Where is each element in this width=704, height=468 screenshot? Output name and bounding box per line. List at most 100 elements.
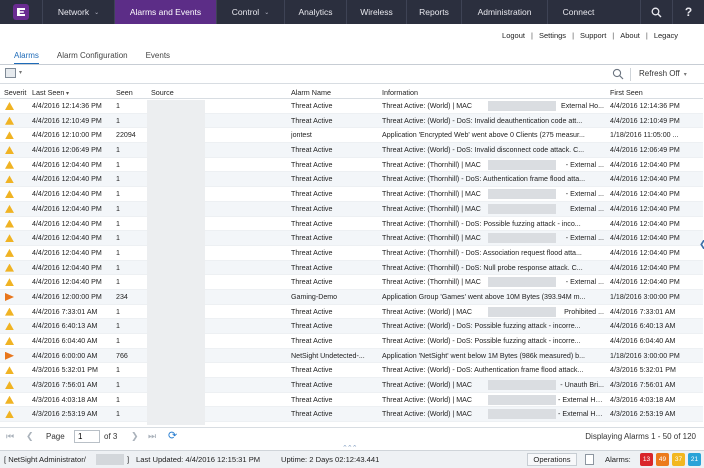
table-row[interactable]: 4/4/2016 12:04:40 PM 1 Threat Active Threat…	[0, 217, 703, 232]
operations-button[interactable]: Operations	[527, 453, 577, 466]
column-first-seen[interactable]: First Seen	[610, 88, 643, 97]
chevron-down-icon[interactable]: ▾	[19, 69, 22, 76]
redacted-source-column	[147, 100, 205, 425]
legacy-link[interactable]: Legacy	[654, 31, 678, 40]
severity-warning-icon	[5, 248, 14, 257]
table-row[interactable]: 4/4/2016 12:06:49 PM 1 Threat Active Threat…	[0, 143, 703, 158]
cell-alarm-name: NetSight Undetected-...	[291, 351, 365, 360]
support-link[interactable]: Support	[580, 31, 606, 40]
table-row[interactable]: 4/4/2016 12:04:40 PM 1 Threat Active Threat…	[0, 201, 703, 217]
table-row[interactable]: 4/4/2016 12:00:00 PM 234 Gaming-Demo Applic…	[0, 289, 703, 305]
chevron-down-icon: ⌄	[264, 9, 270, 16]
nav-reports[interactable]: Reports	[406, 0, 461, 24]
table-row[interactable]: 4/4/2016 6:00:00 AM 766 NetSight Undetecte…	[0, 348, 703, 364]
table-row[interactable]: 4/4/2016 12:04:40 PM 1 Threat Active Threat…	[0, 187, 703, 202]
nav-network[interactable]: Network ⌄	[42, 0, 114, 24]
cell-seen: 1	[116, 322, 120, 331]
sub-tabs: Alarms Alarm Configuration Events	[14, 51, 188, 65]
nav-alarms-and-events[interactable]: Alarms and Events	[114, 0, 216, 24]
tab-alarms[interactable]: Alarms	[14, 51, 39, 65]
table-row[interactable]: 4/3/2016 7:56:01 AM 1 Threat Active Threat …	[0, 378, 703, 393]
cell-seen: 1	[116, 410, 120, 419]
cell-last-seen: 4/4/2016 12:04:40 PM	[32, 263, 102, 272]
table-row[interactable]: 4/4/2016 6:40:13 AM 1 Threat Active Threat …	[0, 319, 703, 334]
cell-last-seen: 4/4/2016 12:04:40 PM	[32, 190, 102, 199]
cell-first-seen: 4/4/2016 12:10:49 PM	[610, 116, 680, 125]
search-icon	[651, 7, 662, 17]
search-icon[interactable]	[612, 68, 624, 80]
table-row[interactable]: 4/4/2016 12:04:40 PM 1 Threat Active Threat…	[0, 158, 703, 173]
table-row[interactable]: 4/4/2016 7:33:01 AM 1 Threat Active Threat …	[0, 305, 703, 320]
column-source[interactable]: Source	[151, 88, 174, 97]
cell-information: Threat Active: (World) | MAC	[382, 395, 473, 404]
page-number-input[interactable]	[74, 430, 100, 443]
chevron-down-icon: ⌄	[94, 9, 100, 16]
table-row[interactable]: 4/3/2016 2:53:19 AM 1 Threat Active Threat …	[0, 407, 703, 423]
first-page-icon[interactable]: ⏮	[6, 431, 14, 442]
settings-link[interactable]: Settings	[539, 31, 566, 40]
cell-seen: 1	[116, 307, 120, 316]
cell-last-seen: 4/3/2016 7:56:01 AM	[32, 381, 98, 390]
table-row[interactable]: 4/4/2016 12:04:40 PM 1 Threat Active Threat…	[0, 260, 703, 276]
cell-first-seen: 4/3/2016 7:56:01 AM	[610, 381, 676, 390]
nav-network-label: Network	[57, 7, 90, 17]
tab-alarm-configuration[interactable]: Alarm Configuration	[57, 51, 128, 65]
table-row[interactable]: 4/3/2016 5:32:01 PM 1 Threat Active Threat …	[0, 363, 703, 379]
pagination-bar: ⏮ ❮ Page of 3 ❯ ⏭ ⟳ Displaying Alarms 1 …	[0, 427, 704, 445]
table-row[interactable]: 4/4/2016 12:14:36 PM 1 Threat Active Threat…	[0, 99, 703, 114]
redacted-mac	[488, 409, 556, 420]
table-options-icon[interactable]	[5, 68, 16, 78]
redacted-mac	[488, 101, 556, 111]
status-bar: [ NetSight Administrator/ ] Last Updated…	[0, 450, 704, 468]
nav-wireless[interactable]: Wireless	[346, 0, 406, 24]
column-alarm-name[interactable]: Alarm Name	[291, 88, 331, 97]
cell-last-seen: 4/4/2016 12:06:49 PM	[32, 146, 102, 155]
collapse-panel-handle[interactable]: ❮	[699, 239, 704, 249]
brand-logo[interactable]	[0, 0, 42, 24]
help-button[interactable]: ?	[672, 0, 704, 24]
column-last-seen[interactable]: Last Seen	[32, 88, 69, 97]
critical-alarm-badge[interactable]: 13	[640, 453, 653, 466]
table-row[interactable]: 4/4/2016 12:04:40 PM 1 Threat Active Threat…	[0, 246, 703, 261]
table-row[interactable]: 4/4/2016 12:10:00 PM 22094 jontest Applicat…	[0, 128, 703, 144]
previous-page-icon[interactable]: ❮	[26, 431, 34, 442]
table-header: Severit Last Seen Seen Source Alarm Name…	[0, 85, 703, 99]
last-page-icon[interactable]: ⏭	[148, 431, 156, 442]
tab-events[interactable]: Events	[146, 51, 170, 65]
severity-warning-icon	[5, 116, 14, 125]
reload-icon[interactable]: ⟳	[168, 429, 177, 442]
table-row[interactable]: 4/4/2016 12:10:49 PM 1 Threat Active Threat…	[0, 113, 703, 129]
clipboard-icon[interactable]	[585, 454, 594, 465]
table-row[interactable]: 4/3/2016 4:03:18 AM 1 Threat Active Threat …	[0, 393, 703, 408]
error-alarm-badge[interactable]: 49	[656, 453, 669, 466]
table-row[interactable]: 4/4/2016 12:04:40 PM 1 Threat Active Threat…	[0, 231, 703, 246]
severity-warning-icon	[5, 307, 14, 316]
column-information[interactable]: Information	[382, 88, 418, 97]
column-severity[interactable]: Severit	[4, 88, 26, 97]
table-row[interactable]: 4/4/2016 6:04:40 AM 1 Threat Active Threat …	[0, 334, 703, 349]
cell-seen: 22094	[116, 131, 136, 140]
nav-control[interactable]: Control ⌄	[216, 0, 284, 24]
global-search-button[interactable]	[640, 0, 672, 24]
refresh-dropdown[interactable]: Refresh Off ▾	[639, 69, 687, 78]
table-row[interactable]: 4/4/2016 12:04:40 PM 1 Threat Active Threat…	[0, 172, 703, 188]
info-alarm-badge[interactable]: 21	[688, 453, 701, 466]
warning-alarm-badge[interactable]: 37	[672, 453, 685, 466]
next-page-icon[interactable]: ❯	[131, 431, 139, 442]
nav-administration[interactable]: Administration	[461, 0, 547, 24]
table-row[interactable]: 4/4/2016 12:04:40 PM 1 Threat Active Threat…	[0, 275, 703, 290]
cell-alarm-name: Threat Active	[291, 395, 333, 404]
cell-first-seen: 4/4/2016 12:04:40 PM	[610, 204, 680, 213]
nav-connect[interactable]: Connect	[547, 0, 609, 24]
cell-information-tail: - Unauth Bri...	[560, 381, 604, 390]
about-link[interactable]: About	[620, 31, 640, 40]
nav-analytics[interactable]: Analytics	[284, 0, 346, 24]
cell-first-seen: 4/4/2016 12:04:40 PM	[610, 160, 680, 169]
cell-seen: 1	[116, 175, 120, 184]
column-seen[interactable]: Seen	[116, 88, 133, 97]
severity-warning-icon	[5, 146, 14, 155]
cell-information: Application 'NetSight' went below 1M Byt…	[382, 351, 586, 360]
cell-information: Threat Active: (World) - DoS: Invalid di…	[382, 146, 585, 155]
logout-link[interactable]: Logout	[502, 31, 525, 40]
cell-seen: 1	[116, 146, 120, 155]
